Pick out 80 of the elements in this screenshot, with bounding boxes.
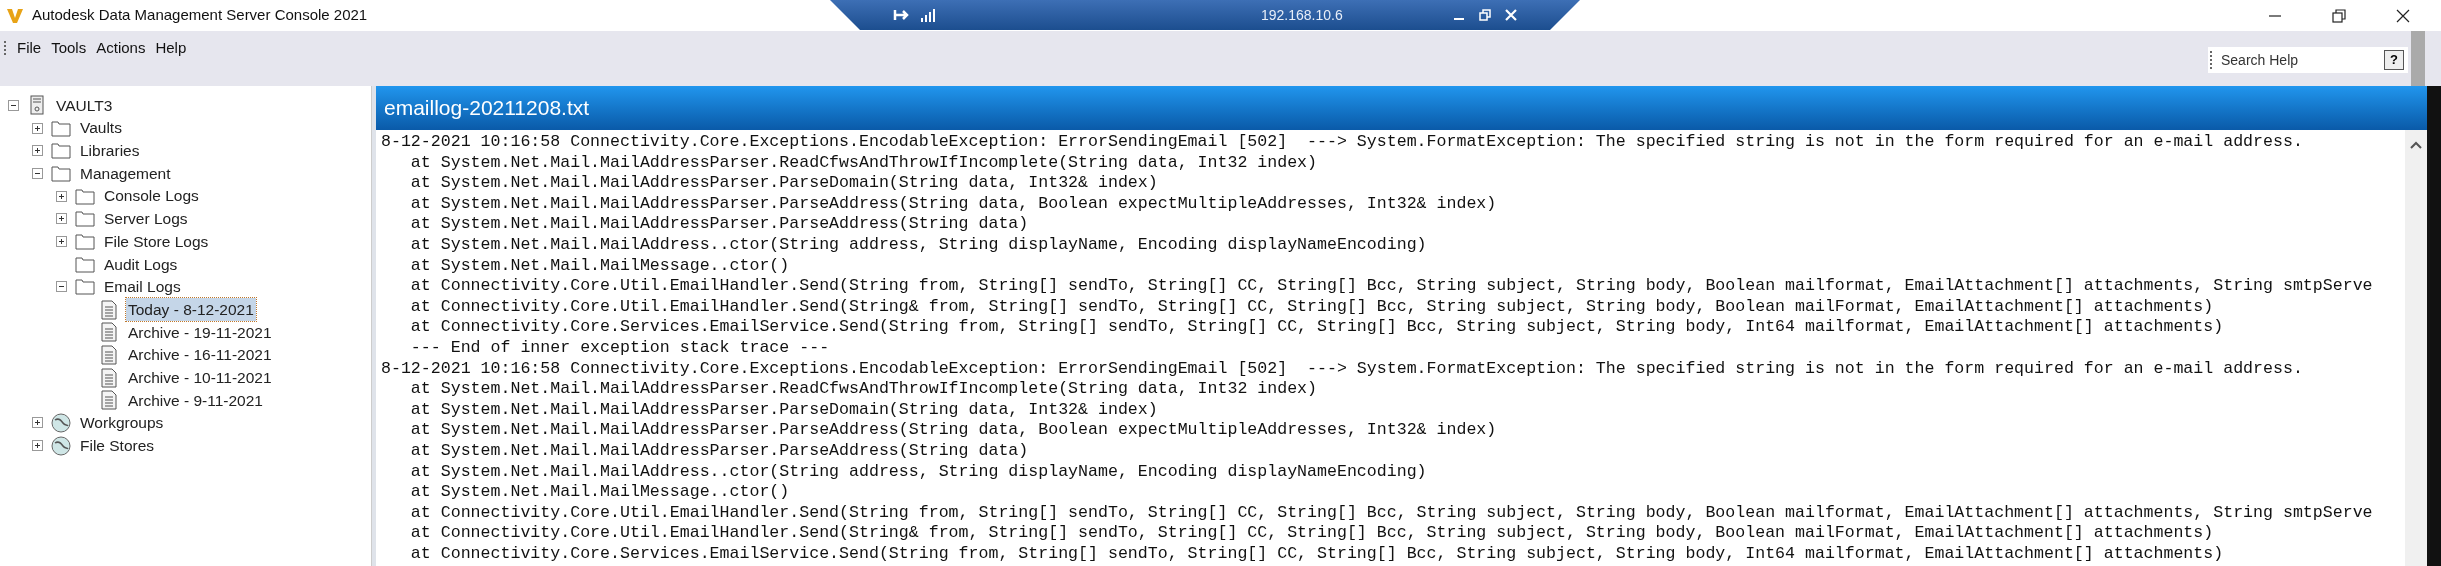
scroll-up-icon[interactable] xyxy=(2409,140,2423,150)
signal-icon xyxy=(920,8,936,22)
log-line: at Connectivity.Core.Util.EmailHandler.Send(String from, String[] sendTo, String[] CC, String[] Bcc, String subject, String body, Boolean mailformat, EmailAttachment[] attachments, String smtpServe xyxy=(409,502,2374,524)
log-line: at System.Net.Mail.MailAddressParser.ReadCfwsAndThrowIfIncomplete(String data, Int32 index) xyxy=(409,379,1319,400)
log-line: at Connectivity.Core.Services.EmailService.Send(String from, String[] sendTo, String[] CC, String[] Bcc, String subject, String body, Int64 mailformat, EmailAttachment[] attachments) xyxy=(409,317,2225,338)
log-line: 8-12-2021 10:16:58 Connectivity.Core.Exceptions.EncodableException: ErrorSendingEmail [502] ---> System.FormatException: The specified string is not in the form required for an e-mail address. xyxy=(381,132,2304,153)
folder-icon xyxy=(75,255,95,273)
folder-icon xyxy=(51,142,71,160)
expand-icon[interactable] xyxy=(32,417,43,429)
folder-icon xyxy=(75,187,95,205)
folder-icon xyxy=(51,119,71,137)
log-title: emaillog-20211208.txt xyxy=(384,95,590,122)
scrollbar[interactable] xyxy=(2405,130,2427,566)
window-title: Autodesk Data Management Server Console 2021 xyxy=(32,5,368,26)
tree-item[interactable]: Workgroups xyxy=(78,411,166,435)
tree-item[interactable]: Archive - 10-11-2021 xyxy=(126,365,274,390)
tree-item[interactable]: File Store Logs xyxy=(102,229,211,254)
log-line: at System.Net.Mail.MailMessage..ctor() xyxy=(409,482,791,503)
log-line: at System.Net.Mail.MailAddress..ctor(String address, String displayName, Encoding displayNameEncoding) xyxy=(409,461,1428,483)
document-icon xyxy=(101,344,117,365)
tree-item[interactable]: Archive - 9-11-2021 xyxy=(126,388,265,412)
log-line: at Connectivity.Core.Util.EmailHandler.Send(String& from, String[] sendTo, String[] CC, String[] Bcc, String subject, String body, Boolean mailFormat, EmailAttachment[] attachments) xyxy=(409,296,2215,318)
app-logo-icon xyxy=(6,6,24,25)
globe-icon xyxy=(51,412,71,433)
log-line: --- End of inner exception stack trace --- xyxy=(409,337,831,359)
collapse-icon[interactable] xyxy=(8,99,19,111)
document-icon xyxy=(101,322,117,343)
folder-icon xyxy=(75,210,95,228)
expand-icon[interactable] xyxy=(32,440,43,452)
tree-item[interactable]: Console Logs xyxy=(102,184,201,208)
tree-item[interactable]: Archive - 16-11-2021 xyxy=(126,343,274,367)
log-line: at System.Net.Mail.MailAddressParser.ParseDomain(String data, Int32& index) xyxy=(409,173,1159,194)
tree-item[interactable]: Archive - 19-11-2021 xyxy=(126,320,274,344)
folder-icon xyxy=(75,278,95,296)
tree-item[interactable]: Today - 8-12-2021 xyxy=(126,297,256,322)
expand-icon[interactable] xyxy=(56,235,67,247)
tree-item[interactable]: Email Logs xyxy=(102,275,183,299)
globe-icon xyxy=(51,435,71,456)
log-line: at System.Net.Mail.MailAddressParser.ParseAddress(String data) xyxy=(409,440,1030,462)
help-button[interactable]: ? xyxy=(2384,50,2404,70)
menu-item[interactable]: Help xyxy=(151,37,191,60)
document-icon xyxy=(101,390,117,411)
folder-icon xyxy=(51,164,71,182)
server-icon xyxy=(28,95,46,116)
tree-item[interactable]: Audit Logs xyxy=(102,252,180,276)
tree-item[interactable]: Vaults xyxy=(78,116,124,140)
expand-icon[interactable] xyxy=(32,145,43,157)
expand-icon[interactable] xyxy=(56,190,67,202)
remote-host-address: 192.168.10.6 xyxy=(1261,5,1343,25)
log-line: at Connectivity.Core.Util.EmailHandler.Send(String& from, String[] sendTo, String[] CC, String[] Bcc, String subject, String body, Boolean mailFormat, EmailAttachment[] attachments) xyxy=(409,523,2215,544)
menu-item[interactable]: File xyxy=(13,37,46,60)
tree-item[interactable]: Libraries xyxy=(78,139,142,163)
tree-item[interactable]: VAULT3 xyxy=(54,93,115,117)
expand-icon[interactable] xyxy=(56,213,67,225)
close-icon[interactable] xyxy=(2395,7,2411,24)
log-line: at System.Net.Mail.MailAddressParser.ParseAddress(String data) xyxy=(409,214,1030,235)
collapse-icon[interactable] xyxy=(56,281,67,293)
log-line: 8-12-2021 10:16:58 Connectivity.Core.Exceptions.EncodableException: ErrorSendingEmail [502] ---> System.FormatException: The specified string is not in the form required for an e-mail address. xyxy=(381,358,2304,380)
log-line: at System.Net.Mail.MailAddressParser.ReadCfwsAndThrowIfIncomplete(String data, Int32 index) xyxy=(409,152,1319,174)
search-help-field[interactable]: Search Help ? xyxy=(2208,47,2408,73)
log-line: at Connectivity.Core.Util.EmailHandler.Send(String from, String[] sendTo, String[] CC, String[] Bcc, String subject, String body, Boolean mailformat, EmailAttachment[] attachments, String smtpServe xyxy=(409,276,2374,297)
menu-item[interactable]: Actions xyxy=(92,37,150,60)
log-line: at Connectivity.Core.Services.EmailService.Send(String from, String[] sendTo, String[] CC, String[] Bcc, String subject, String body, Int64 mailformat, EmailAttachment[] attachments) xyxy=(409,543,2225,565)
log-line: at System.Net.Mail.MailAddress..ctor(String address, String displayName, Encoding displayNameEncoding) xyxy=(409,234,1428,256)
expand-icon[interactable] xyxy=(32,122,43,134)
toolbar-grip xyxy=(4,41,7,55)
collapse-icon[interactable] xyxy=(32,167,43,179)
restore-icon[interactable] xyxy=(1478,9,1491,21)
menu-item[interactable]: Tools xyxy=(47,37,91,60)
tree-item[interactable]: File Stores xyxy=(78,434,157,458)
restore-icon[interactable] xyxy=(2331,7,2347,24)
log-line: at System.Net.Mail.MailAddressParser.ParseAddress(String data, Boolean expectMultipleAddresses, Int32& index) xyxy=(409,420,1498,441)
document-icon xyxy=(101,367,117,388)
tree-item[interactable]: Management xyxy=(78,161,173,186)
log-line: at System.Net.Mail.MailAddressParser.ParseAddress(String data, Boolean expectMultipleAddresses, Int32& index) xyxy=(409,193,1498,215)
log-line: at System.Net.Mail.MailAddressParser.ParseDomain(String data, Int32& index) xyxy=(409,399,1159,421)
tree-item[interactable]: Server Logs xyxy=(102,207,190,231)
log-line: at System.Net.Mail.MailMessage..ctor() xyxy=(409,255,791,277)
document-icon xyxy=(101,299,117,320)
folder-icon xyxy=(75,232,95,250)
